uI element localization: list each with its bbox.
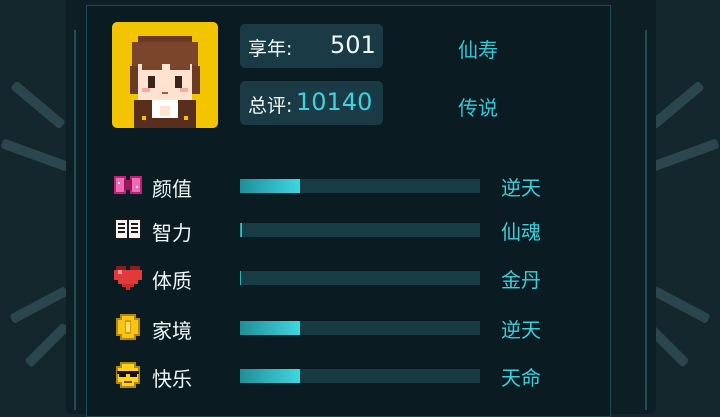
attribute-row-constitution: 体质 金丹: [110, 260, 560, 294]
attribute-grade: 仙魂: [501, 220, 541, 244]
bow-icon: [114, 176, 142, 194]
attribute-label: 家境: [152, 319, 192, 343]
age-label: 享年:: [248, 38, 293, 60]
attribute-grade: 逆天: [501, 318, 541, 342]
score-rank: 传说: [458, 96, 498, 120]
attribute-label: 颜值: [152, 177, 192, 201]
background-streak: [650, 138, 720, 172]
heart-icon: [114, 266, 142, 290]
sunglasses-icon: [116, 362, 140, 388]
attribute-label: 快乐: [152, 367, 192, 391]
attribute-bar-fill: [240, 223, 243, 237]
attribute-bar-fill: [240, 369, 300, 383]
attribute-bar-fill: [240, 321, 300, 335]
attribute-label: 体质: [152, 269, 192, 293]
attribute-bar: [240, 223, 480, 237]
age-rank: 仙寿: [458, 38, 498, 62]
attribute-row-appearance: 颜值 逆天: [110, 168, 560, 202]
panel-frame-right: [645, 30, 647, 410]
background-streak: [10, 80, 66, 130]
age-value: 501: [330, 31, 376, 59]
book-icon: [114, 218, 142, 240]
background-streak: [649, 80, 705, 130]
panel-frame-left: [74, 30, 76, 410]
attribute-row-family: 家境 逆天: [110, 310, 560, 344]
background-streak: [9, 286, 69, 324]
attribute-bar: [240, 271, 480, 285]
age-box: 享年: 501: [240, 24, 383, 68]
pixel-character-icon: [130, 36, 200, 128]
attribute-bar: [240, 179, 480, 193]
avatar: [112, 22, 218, 128]
attribute-grade: 逆天: [501, 176, 541, 200]
attribute-bar: [240, 369, 480, 383]
background-streak: [24, 322, 70, 368]
attribute-row-intelligence: 智力 仙魂: [110, 212, 560, 246]
attribute-label: 智力: [152, 221, 192, 245]
attribute-grade: 天命: [501, 366, 541, 390]
background-streak: [0, 138, 70, 172]
background-streak: [651, 286, 711, 324]
coin-icon: [116, 314, 140, 340]
score-box: 总评: 10140: [240, 81, 383, 125]
attribute-bar-fill: [240, 271, 242, 285]
attribute-grade: 金丹: [501, 268, 541, 292]
attribute-row-happiness: 快乐 天命: [110, 358, 560, 392]
score-value: 10140: [296, 88, 373, 116]
attribute-bar: [240, 321, 480, 335]
attribute-bar-fill: [240, 179, 300, 193]
score-label: 总评:: [248, 95, 293, 117]
